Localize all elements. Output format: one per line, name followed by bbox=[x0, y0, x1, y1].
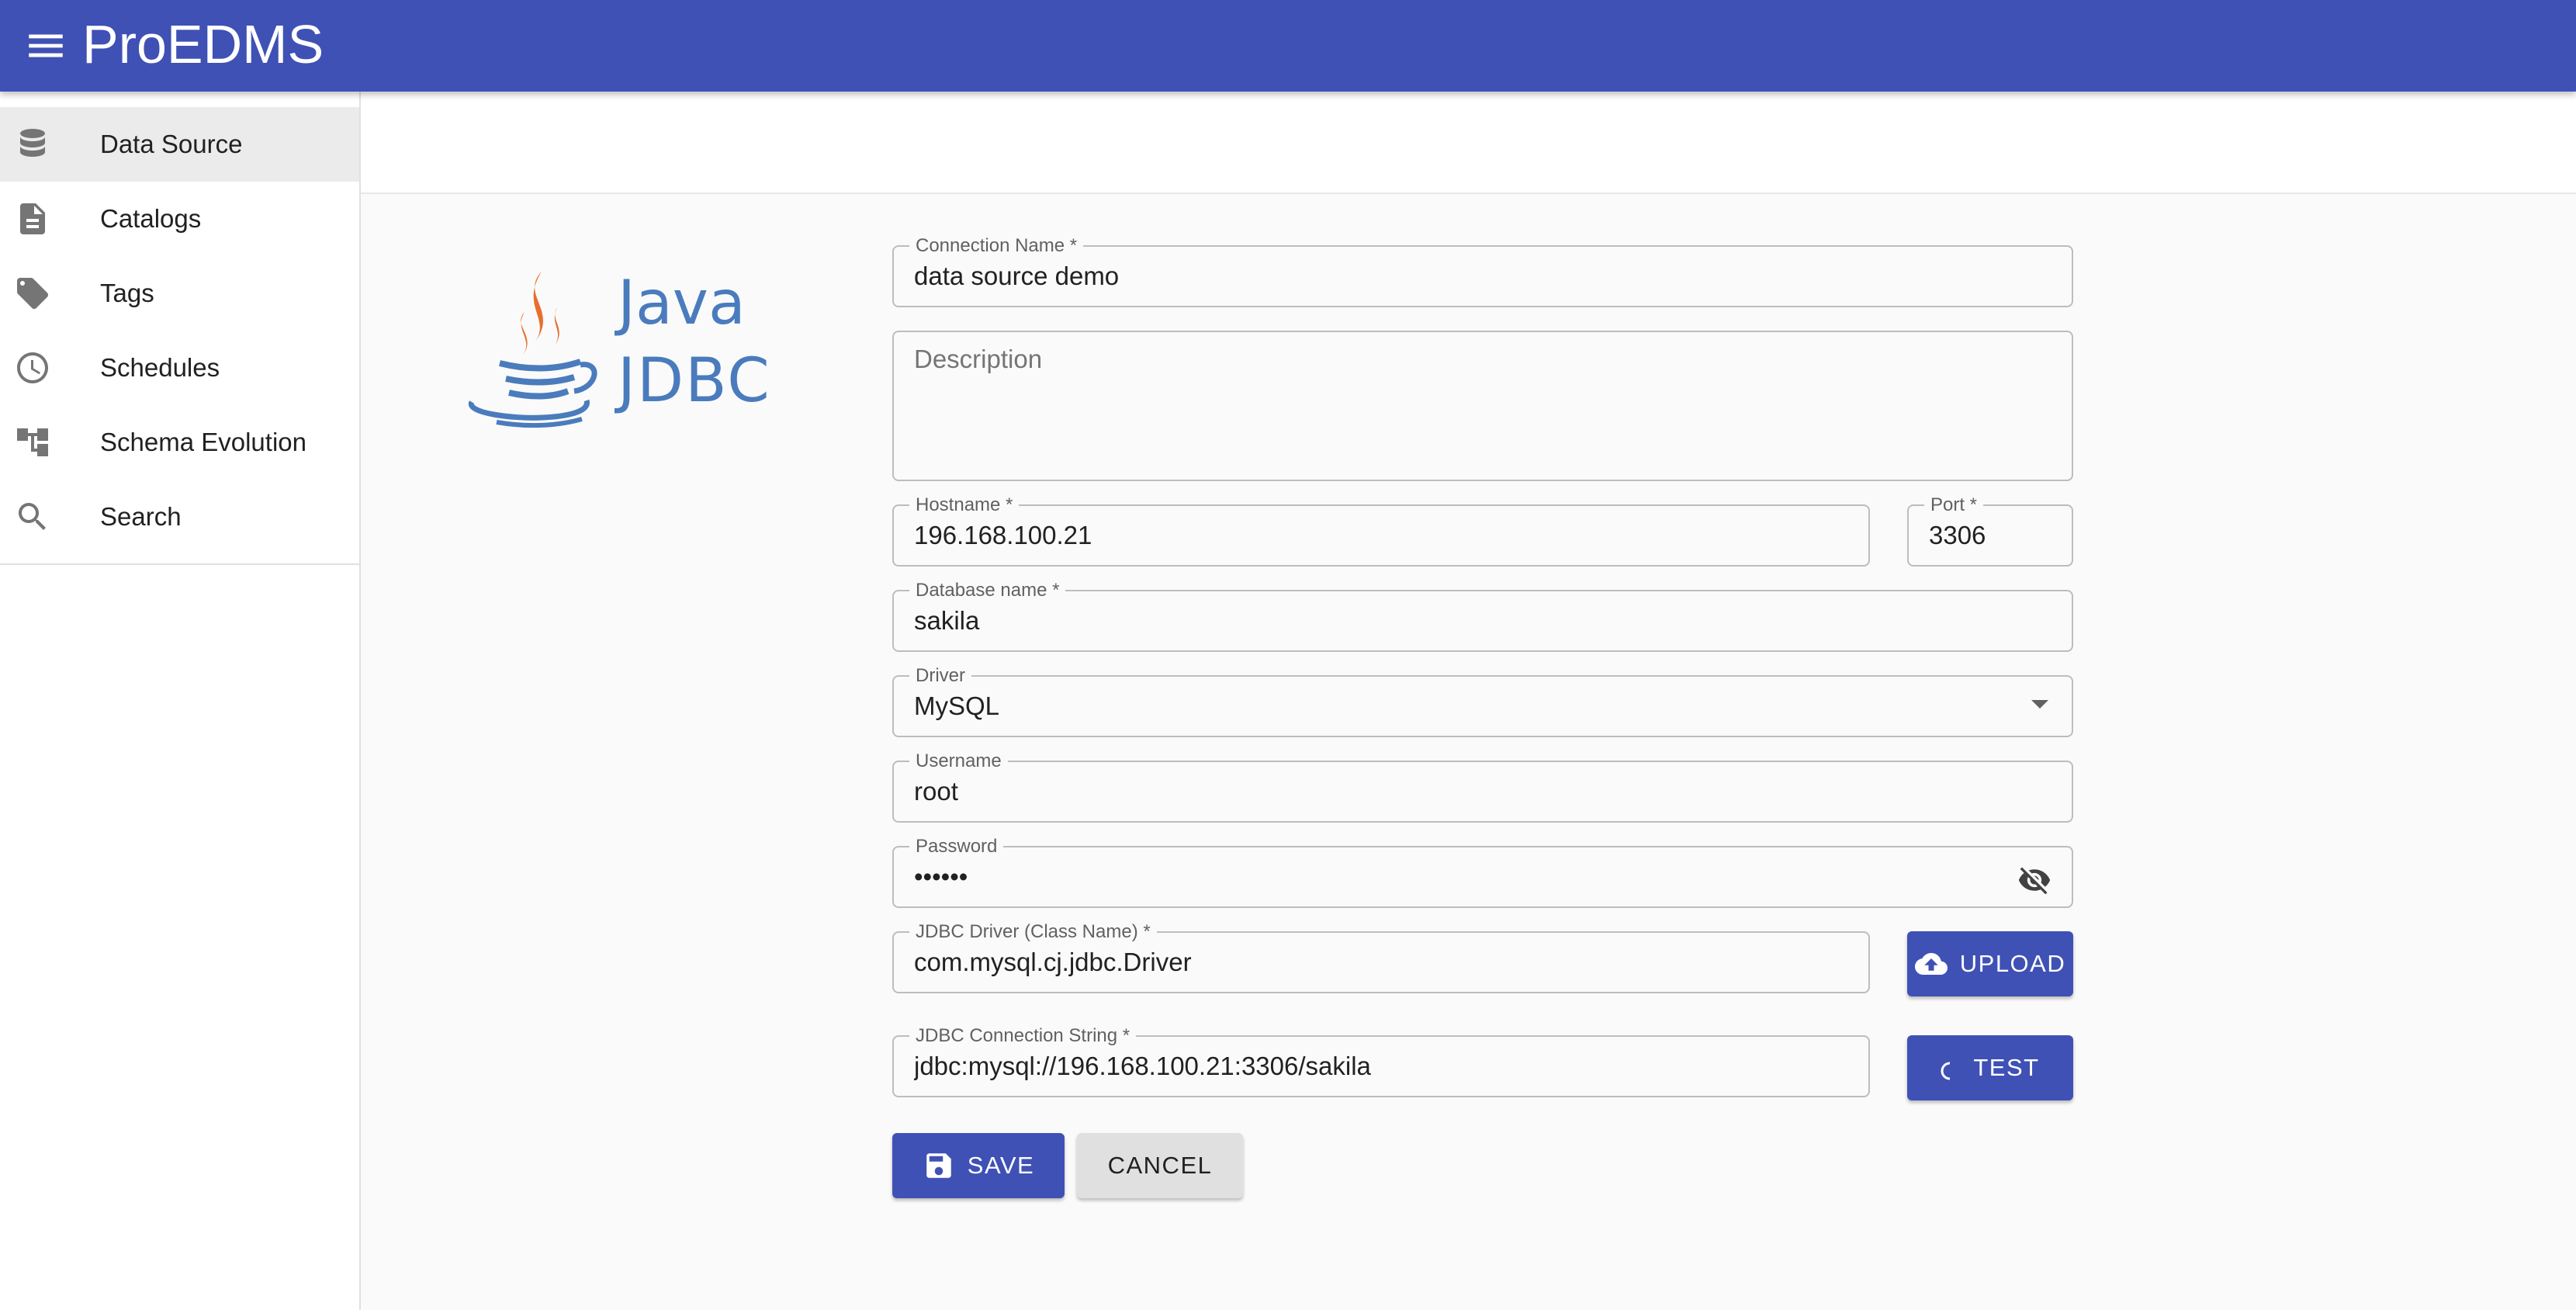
database-name-field: Database name * bbox=[892, 580, 2073, 652]
sidebar-item-schema-evolution[interactable]: Schema Evolution bbox=[0, 405, 359, 480]
driver-value: MySQL bbox=[914, 691, 1000, 720]
loading-spinner-icon bbox=[1941, 1059, 1959, 1080]
password-field: Password bbox=[892, 836, 2073, 908]
jdbc-connection-string-field: JDBC Connection String * bbox=[892, 1025, 1870, 1097]
description-input[interactable] bbox=[914, 345, 2045, 469]
test-button[interactable]: TEST bbox=[1907, 1035, 2073, 1100]
sidebar-item-label: Tags bbox=[100, 279, 154, 307]
cancel-button[interactable]: CANCEL bbox=[1077, 1133, 1243, 1198]
cloud-upload-icon bbox=[1914, 948, 1948, 980]
sidebar-item-search[interactable]: Search bbox=[0, 480, 359, 554]
description-field bbox=[892, 331, 2073, 481]
upload-button[interactable]: UPLOAD bbox=[1907, 931, 2073, 996]
username-field: Username bbox=[892, 750, 2073, 823]
tag-icon bbox=[14, 275, 51, 312]
sidebar-item-label: Schedules bbox=[100, 353, 220, 382]
sidebar: Data Source Catalogs Tags Schedules Sche… bbox=[0, 92, 361, 1310]
java-cup-icon bbox=[468, 272, 597, 428]
save-button-label: SAVE bbox=[967, 1152, 1035, 1179]
jdbc-connection-string-input[interactable] bbox=[914, 1037, 1795, 1096]
sidebar-item-label: Schema Evolution bbox=[100, 428, 306, 456]
jdbc-driver-input[interactable] bbox=[914, 933, 1795, 992]
clock-icon bbox=[14, 349, 51, 386]
logo-text-java: Java bbox=[618, 269, 746, 338]
sidebar-nav: Data Source Catalogs Tags Schedules Sche… bbox=[0, 107, 359, 565]
database-icon bbox=[14, 126, 51, 163]
database-name-input[interactable] bbox=[914, 591, 1999, 650]
app-bar: ProEDMS bbox=[0, 0, 2576, 92]
connection-name-input[interactable] bbox=[914, 247, 1999, 306]
app-title: ProEDMS bbox=[82, 14, 324, 75]
search-icon bbox=[14, 498, 51, 535]
logo-text-jdbc: JDBC bbox=[618, 346, 771, 416]
dropdown-arrow-icon bbox=[2031, 700, 2048, 709]
document-icon bbox=[14, 200, 51, 237]
port-field: Port * bbox=[1907, 494, 2073, 567]
save-icon bbox=[923, 1149, 955, 1182]
cancel-button-label: CANCEL bbox=[1107, 1152, 1213, 1179]
java-jdbc-logo: Java JDBC bbox=[466, 264, 776, 435]
sidebar-item-tags[interactable]: Tags bbox=[0, 256, 359, 331]
save-button[interactable]: SAVE bbox=[892, 1133, 1065, 1198]
sidebar-item-catalogs[interactable]: Catalogs bbox=[0, 182, 359, 256]
visibility-off-icon[interactable] bbox=[2017, 863, 2051, 897]
content-header bbox=[361, 92, 2576, 194]
sidebar-item-label: Catalogs bbox=[100, 204, 202, 233]
driver-select[interactable]: Driver MySQL bbox=[892, 665, 2073, 737]
password-input[interactable] bbox=[914, 847, 1999, 906]
schema-tree-icon bbox=[14, 424, 51, 461]
hostname-input[interactable] bbox=[914, 506, 1795, 565]
port-input[interactable] bbox=[1929, 506, 2053, 565]
menu-icon[interactable] bbox=[23, 23, 68, 68]
username-input[interactable] bbox=[914, 762, 1999, 821]
jdbc-driver-field: JDBC Driver (Class Name) * bbox=[892, 921, 1870, 993]
test-button-label: TEST bbox=[1973, 1054, 2040, 1081]
sidebar-item-schedules[interactable]: Schedules bbox=[0, 331, 359, 405]
sidebar-item-data-source[interactable]: Data Source bbox=[0, 107, 359, 182]
connection-name-field: Connection Name * bbox=[892, 235, 2073, 307]
sidebar-item-label: Data Source bbox=[100, 130, 243, 158]
sidebar-item-label: Search bbox=[100, 502, 182, 531]
upload-button-label: UPLOAD bbox=[1959, 950, 2066, 977]
hostname-field: Hostname * bbox=[892, 494, 1870, 567]
